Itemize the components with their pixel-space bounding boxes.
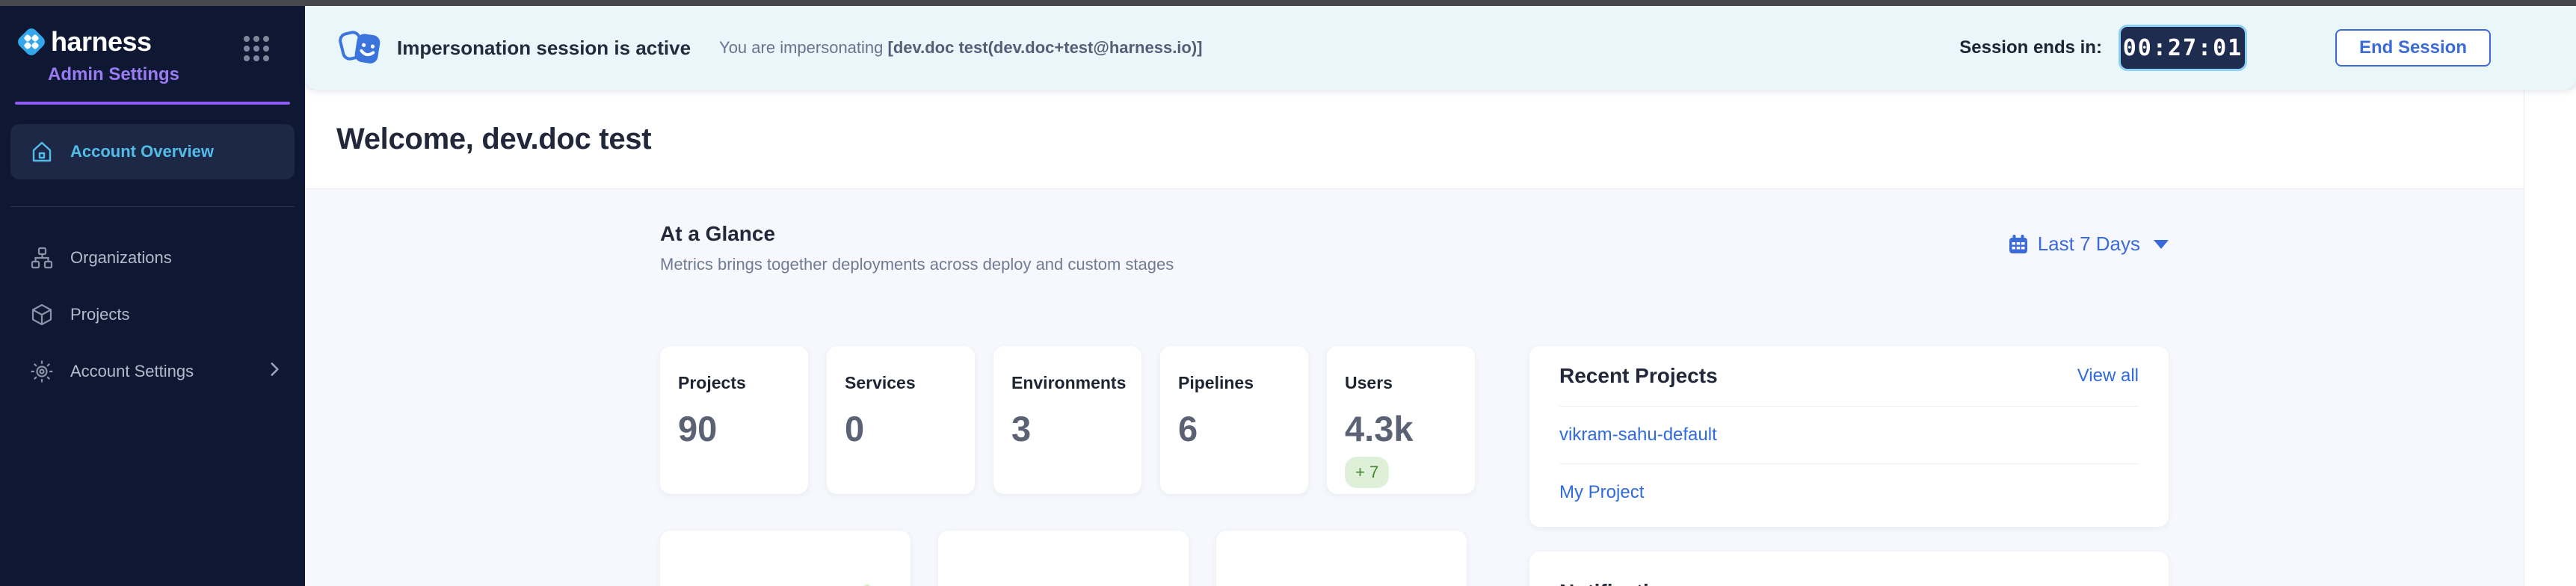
- main-region: Impersonation session is active You are …: [305, 6, 2576, 586]
- stat-label: Pipelines: [1178, 373, 1290, 393]
- sidebar-item-label: Projects: [70, 305, 129, 324]
- impersonated-user: [dev.doc test(dev.doc+test@harness.io)]: [888, 38, 1203, 57]
- chevron-right-icon: [265, 360, 284, 383]
- gear-icon: [30, 360, 54, 383]
- project-link[interactable]: vikram-sahu-default: [1559, 425, 1717, 445]
- stat-value: 0: [845, 411, 957, 446]
- theater-masks-icon: [339, 29, 383, 67]
- stat-value: 6: [1178, 411, 1290, 446]
- admin-settings-label: Admin Settings: [48, 64, 290, 85]
- logo-wordmark: harness: [51, 26, 152, 58]
- app-root: harness Admin Settings Account Overview: [0, 6, 2576, 586]
- stat-card-pipelines[interactable]: Pipelines 6: [1160, 346, 1308, 494]
- chevron-down-icon: [2154, 240, 2169, 249]
- impersonation-subtitle: You are impersonating [dev.doc test(dev.…: [719, 38, 1202, 58]
- harness-logo-icon: [15, 25, 48, 58]
- calendar-icon: [2008, 234, 2029, 255]
- module-card-builds[interactable]: Builds: [938, 531, 1189, 586]
- recent-projects-title: Recent Projects: [1559, 364, 1718, 388]
- stat-value: 90: [678, 411, 790, 446]
- session-countdown-timer: 00:27:01: [2119, 25, 2247, 71]
- impersonation-banner: Impersonation session is active You are …: [305, 6, 2576, 90]
- view-all-link[interactable]: View all: [2077, 366, 2139, 386]
- date-range-value: Last 7 Days: [2038, 232, 2140, 256]
- org-chart-icon: [30, 246, 54, 270]
- at-a-glance-header: At a Glance Metrics brings together depl…: [660, 222, 2169, 274]
- sidebar-item-label: Organizations: [70, 248, 172, 268]
- stat-value: 3: [1011, 411, 1124, 446]
- project-row[interactable]: vikram-sahu-default: [1559, 407, 2139, 463]
- project-row[interactable]: My Project: [1559, 464, 2139, 521]
- sidebar-divider: [10, 206, 295, 207]
- notifications-panel: Notifications: [1529, 552, 2169, 586]
- sidebar-item-projects[interactable]: Projects: [10, 291, 295, 339]
- stat-label: Users: [1345, 373, 1457, 393]
- stat-card-users[interactable]: Users 4.3k + 7: [1327, 346, 1475, 494]
- impersonation-subtitle-prefix: You are impersonating: [719, 38, 887, 57]
- recent-projects-panel: Recent Projects View all vikram-sahu-def…: [1529, 346, 2169, 527]
- browser-top-strip: [0, 0, 2576, 6]
- notifications-title: Notifications: [1559, 580, 1686, 586]
- page-content: Welcome, dev.doc test At a Glance Metric…: [305, 90, 2524, 586]
- sidebar-nav: Account Overview Organizations: [0, 124, 305, 395]
- sidebar: harness Admin Settings Account Overview: [0, 6, 305, 586]
- at-a-glance-subtitle: Metrics brings together deployments acro…: [660, 255, 1174, 274]
- end-session-button[interactable]: End Session: [2335, 29, 2491, 67]
- stat-card-environments[interactable]: Environments 3: [993, 346, 1141, 494]
- stat-card-projects[interactable]: Projects 90: [660, 346, 808, 494]
- cube-icon: [30, 303, 54, 327]
- project-link[interactable]: My Project: [1559, 482, 1644, 503]
- sidebar-item-account-settings[interactable]: Account Settings: [10, 348, 295, 395]
- session-ends-label: Session ends in:: [1959, 37, 2102, 58]
- sidebar-item-account-overview[interactable]: Account Overview: [10, 124, 295, 179]
- sidebar-item-organizations[interactable]: Organizations: [10, 234, 295, 282]
- module-card-deployments[interactable]: Deployments ∞: [660, 531, 910, 586]
- stat-label: Environments: [1011, 373, 1124, 393]
- impersonation-title: Impersonation session is active: [397, 37, 691, 60]
- sidebar-item-label: Account Overview: [70, 142, 214, 161]
- module-cards-row: Deployments ∞ Builds: [660, 531, 1475, 586]
- welcome-band: Welcome, dev.doc test: [305, 90, 2524, 189]
- at-a-glance-title: At a Glance: [660, 222, 1174, 246]
- stat-value: 4.3k: [1345, 411, 1457, 446]
- module-card-feature-flags[interactable]: Feature Flags: [1216, 531, 1467, 586]
- stats-row: Projects 90 Services 0 Environments 3: [660, 346, 1475, 494]
- dashboard-scroll-area[interactable]: At a Glance Metrics brings together depl…: [305, 189, 2524, 586]
- users-delta-badge: + 7: [1345, 457, 1389, 488]
- home-icon: [30, 140, 54, 164]
- stat-label: Projects: [678, 373, 790, 393]
- module-grid-icon[interactable]: [244, 36, 269, 61]
- date-range-filter[interactable]: Last 7 Days: [2008, 232, 2169, 256]
- sidebar-accent-rule: [15, 102, 290, 105]
- stat-card-services[interactable]: Services 0: [827, 346, 975, 494]
- page-title: Welcome, dev.doc test: [336, 123, 651, 156]
- sidebar-header: harness Admin Settings: [0, 6, 305, 85]
- stat-label: Services: [845, 373, 957, 393]
- sidebar-item-label: Account Settings: [70, 362, 194, 381]
- scrollbar-gutter: [2524, 90, 2576, 586]
